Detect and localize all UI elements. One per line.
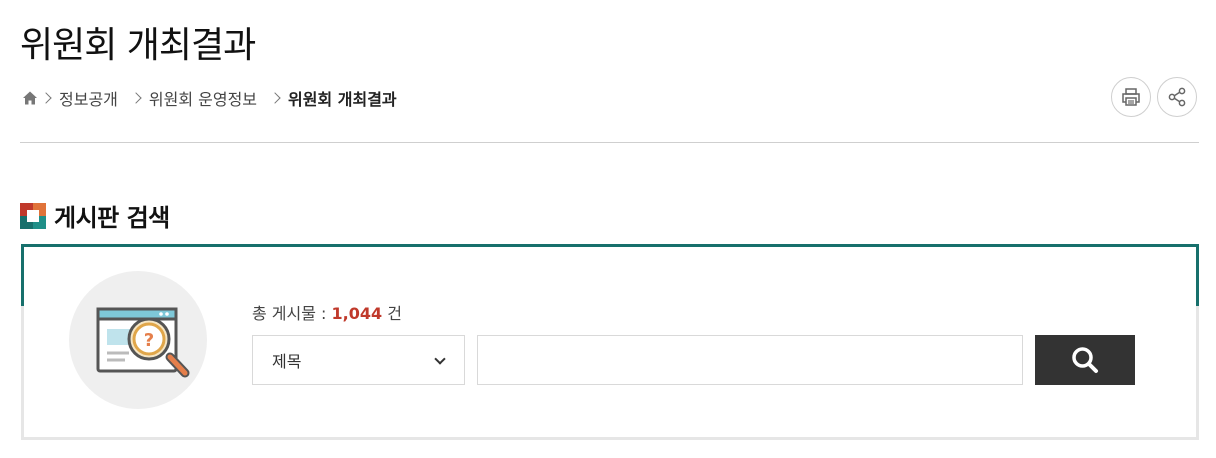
board-search-box: ? 총 게시물 : 1,044 건 제목	[21, 244, 1199, 440]
breadcrumb-item-current[interactable]: 위원회 개최결과	[288, 86, 397, 110]
breadcrumb-separator-icon	[40, 92, 52, 104]
share-button[interactable]	[1157, 77, 1197, 117]
search-icon	[1072, 347, 1098, 373]
print-icon	[1122, 88, 1140, 106]
search-field-selected: 제목	[272, 352, 302, 371]
search-button[interactable]	[1035, 335, 1135, 385]
page-title: 위원회 개최결과	[20, 25, 256, 66]
search-field-select[interactable]: 제목	[252, 335, 465, 385]
search-box-accent-bar	[21, 244, 1199, 247]
magnifier-browser-icon: ?	[96, 307, 190, 378]
print-button[interactable]	[1111, 77, 1151, 117]
chevron-down-icon	[434, 353, 446, 365]
search-illustration: ?	[69, 271, 207, 409]
breadcrumb-home[interactable]	[22, 90, 38, 106]
breadcrumb: 정보공개 위원회 운영정보 위원회 개최결과	[22, 86, 397, 110]
section-title: 게시판 검색	[20, 198, 170, 233]
total-count: 1,044	[331, 304, 383, 323]
search-keyword-input[interactable]	[477, 335, 1023, 385]
home-icon	[23, 91, 37, 105]
breadcrumb-item-committee-info[interactable]: 위원회 운영정보	[149, 86, 257, 110]
section-title-label: 게시판 검색	[54, 204, 170, 232]
board-square-icon	[20, 202, 46, 229]
breadcrumb-separator-icon	[269, 92, 281, 104]
search-box-accent-right	[1196, 244, 1199, 306]
svg-text:?: ?	[144, 330, 154, 351]
share-icon	[1168, 87, 1186, 107]
total-label: 총 게시물 :	[252, 304, 332, 323]
breadcrumb-item-info-disclosure[interactable]: 정보공개	[59, 86, 118, 110]
total-posts: 총 게시물 : 1,044 건	[252, 300, 402, 324]
total-unit: 건	[382, 304, 402, 323]
title-divider	[20, 142, 1199, 143]
breadcrumb-separator-icon	[130, 92, 142, 104]
search-box-accent-left	[21, 244, 24, 306]
